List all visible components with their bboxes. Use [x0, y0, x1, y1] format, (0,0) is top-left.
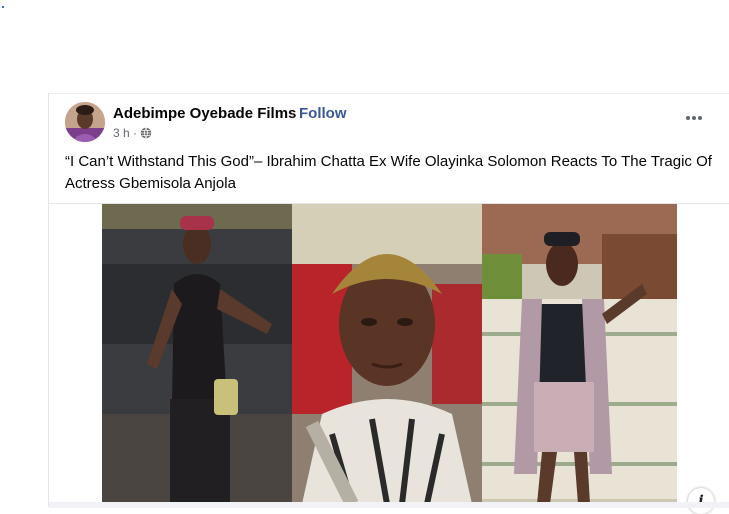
follow-button[interactable]: Follow	[299, 105, 347, 122]
post-time[interactable]: 3 h ·	[113, 126, 137, 140]
photo-right	[482, 204, 677, 504]
corner-dot	[2, 6, 4, 8]
post-image[interactable]	[102, 204, 677, 504]
globe-icon	[140, 127, 152, 139]
photo-left	[102, 204, 292, 504]
info-icon[interactable]: i	[688, 488, 714, 514]
card-bottom-edge	[49, 502, 729, 508]
post-caption: “I Can’t Withstand This God”– Ibrahim Ch…	[65, 153, 712, 192]
author-name[interactable]: Adebimpe Oyebade Films	[113, 105, 296, 122]
photo-middle	[292, 204, 482, 504]
post-card: Adebimpe Oyebade Films · Follow 3 h · “I…	[48, 93, 729, 514]
post-meta: 3 h ·	[113, 126, 152, 140]
more-options-icon[interactable]	[683, 110, 705, 126]
separator-dot: ·	[290, 105, 295, 122]
author-avatar[interactable]	[65, 102, 105, 142]
